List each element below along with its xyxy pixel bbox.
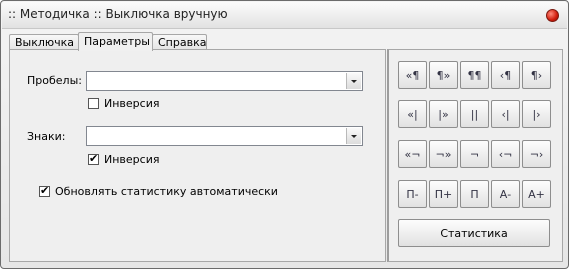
title-bar: :: Методичка :: Выключка вручную (2, 2, 567, 29)
btn-row1-2[interactable]: ¶» (429, 61, 458, 89)
btn-row4-2[interactable]: П+ (429, 180, 458, 208)
window-title: :: Методичка :: Выключка вручную (8, 7, 228, 21)
tab-justify[interactable]: Выключка (9, 34, 79, 50)
spaces-inversion-label: Инверсия (104, 97, 160, 110)
btn-row3-3[interactable]: ¬ (460, 140, 489, 168)
tab-parameters[interactable]: Параметры (78, 32, 153, 51)
chars-label: Знаки: (27, 130, 66, 143)
chevron-down-icon[interactable] (346, 73, 361, 89)
statistics-button[interactable]: Статистика (398, 219, 550, 247)
parameters-panel: Пробелы: Инверсия Знаки: Инверсия Обновл… (9, 49, 386, 262)
btn-row4-5[interactable]: А+ (522, 180, 551, 208)
checkbox-box[interactable] (88, 98, 99, 109)
spaces-combobox[interactable] (86, 71, 363, 91)
chars-combobox[interactable] (86, 126, 363, 146)
close-icon[interactable] (546, 9, 559, 22)
chars-inversion-label: Инверсия (104, 153, 160, 166)
checkbox-box[interactable] (39, 184, 50, 197)
auto-stats-checkbox[interactable]: Обновлять статистику автоматически (39, 184, 278, 198)
btn-row2-5[interactable]: |› (522, 100, 551, 128)
main-window: :: Методичка :: Выключка вручную Выключк… (0, 0, 569, 269)
chevron-down-icon[interactable] (346, 128, 361, 144)
spaces-inversion-checkbox[interactable]: Инверсия (88, 97, 159, 110)
btn-row4-1[interactable]: П- (398, 180, 427, 208)
btn-row1-5[interactable]: ¶› (522, 61, 551, 89)
btn-row3-4[interactable]: ‹¬ (491, 140, 520, 168)
tab-help[interactable]: Справка (152, 34, 207, 50)
btn-row4-4[interactable]: А- (491, 180, 520, 208)
btn-row3-1[interactable]: «¬ (398, 140, 427, 168)
button-panel: «¶ ¶» ¶¶ ‹¶ ¶› «| |» || ‹| |› «¬ ¬» ¬ ‹¬… (387, 49, 563, 262)
spaces-label: Пробелы: (27, 74, 82, 87)
btn-row1-3[interactable]: ¶¶ (460, 61, 489, 89)
btn-row3-2[interactable]: ¬» (429, 140, 458, 168)
btn-row2-4[interactable]: ‹| (491, 100, 520, 128)
btn-row3-5[interactable]: ¬› (522, 140, 551, 168)
btn-row4-3[interactable]: П (460, 180, 489, 208)
auto-stats-label: Обновлять статистику автоматически (55, 185, 278, 198)
btn-row1-1[interactable]: «¶ (398, 61, 427, 89)
chars-inversion-checkbox[interactable]: Инверсия (88, 152, 160, 166)
btn-row2-2[interactable]: |» (429, 100, 458, 128)
btn-row1-4[interactable]: ‹¶ (491, 61, 520, 89)
btn-row2-3[interactable]: || (460, 100, 489, 128)
checkbox-box[interactable] (88, 152, 99, 165)
btn-row2-1[interactable]: «| (398, 100, 427, 128)
